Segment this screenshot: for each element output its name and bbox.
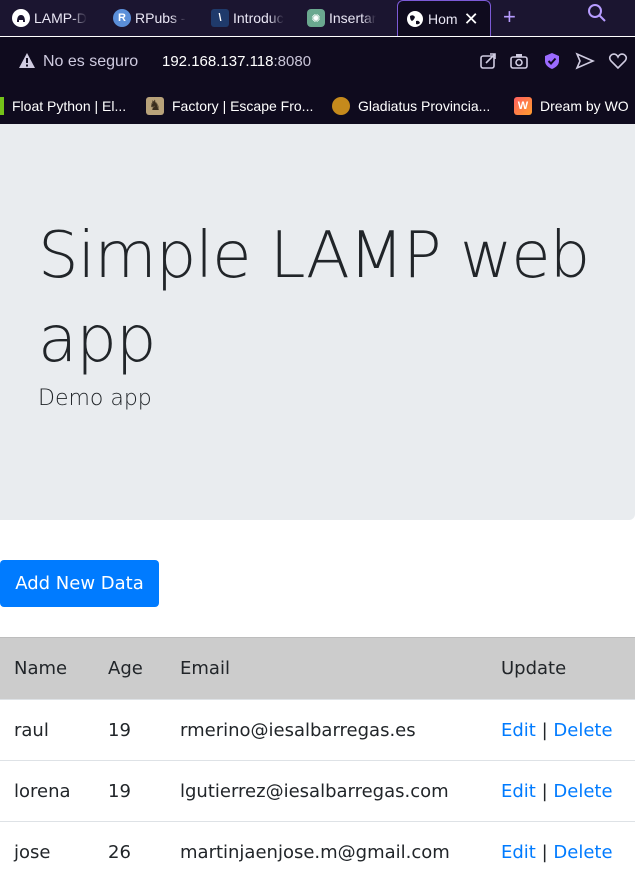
jumbotron: Simple LAMP web app Demo app <box>0 124 635 520</box>
cell-age: 19 <box>94 699 166 761</box>
cell-age: 26 <box>94 821 166 882</box>
cell-email: lgutierrez@iesalbarregas.com <box>166 760 487 822</box>
bookmark-label: Factory | Escape Fro... <box>172 97 314 114</box>
chess-knight-icon: ♞ <box>146 96 164 115</box>
add-new-data-button[interactable]: Add New Data <box>0 560 159 607</box>
camera-icon[interactable] <box>509 51 529 71</box>
bookmark-4[interactable]: W Dream by WO <box>514 87 629 124</box>
url-field[interactable]: 192.168.137.118:8080 <box>162 53 311 70</box>
cell-age: 19 <box>94 760 166 822</box>
table-row: lorena 19 lgutierrez@iesalbarregas.com E… <box>0 760 635 822</box>
header-age: Age <box>94 637 166 700</box>
github-icon <box>12 9 30 27</box>
separator: | <box>541 719 548 741</box>
bookmark-1[interactable]: Float Python | El... <box>0 87 126 124</box>
green-bar-icon <box>0 96 4 115</box>
browser-tab-2[interactable]: R RPubs - <box>113 0 193 36</box>
dream-w-icon: W <box>514 96 532 115</box>
browser-tab-bar: LAMP-D R RPubs - \ Introduc ✺ Insertar H… <box>0 0 635 36</box>
cell-actions: Edit | Delete <box>487 821 635 882</box>
tab-title: LAMP-D <box>34 10 87 26</box>
tab-title: Hom <box>428 11 458 27</box>
globe-icon <box>406 10 424 28</box>
separator: | <box>541 841 548 863</box>
cell-email: martinjaenjose.m@gmail.com <box>166 821 487 882</box>
search-tabs-icon[interactable] <box>586 2 608 24</box>
bookmark-2[interactable]: ♞ Factory | Escape Fro... <box>146 87 313 124</box>
edit-link[interactable]: Edit <box>501 781 536 802</box>
shield-icon[interactable] <box>542 51 562 71</box>
header-update: Update <box>487 637 635 700</box>
browser-tab-active[interactable]: Hom ✕ <box>397 0 491 36</box>
openai-icon: ✺ <box>307 9 325 27</box>
delete-link[interactable]: Delete <box>553 781 612 802</box>
bookmark-label: Gladiatus Provincia... <box>358 97 491 114</box>
cell-name: lorena <box>0 760 94 822</box>
browser-tab-4[interactable]: ✺ Insertar <box>307 0 387 36</box>
cell-name: raul <box>0 699 94 761</box>
table-header-row: Name Age Email Update <box>0 637 635 700</box>
header-email: Email <box>166 637 487 700</box>
rpubs-icon: R <box>113 9 131 27</box>
delete-link[interactable]: Delete <box>553 842 612 863</box>
data-table: Name Age Email Update raul 19 rmerino@ie… <box>0 637 635 882</box>
bookmark-label: Dream by WO <box>540 97 629 114</box>
new-tab-plus-icon[interactable]: + <box>503 4 516 30</box>
share-icon[interactable] <box>478 51 498 71</box>
separator: | <box>541 780 548 802</box>
close-tab-icon[interactable]: ✕ <box>464 10 479 28</box>
table-row: jose 26 martinjaenjose.m@gmail.com Edit … <box>0 821 635 882</box>
browser-tab-1[interactable]: LAMP-D <box>12 0 94 36</box>
cell-actions: Edit | Delete <box>487 699 635 761</box>
warning-icon[interactable] <box>18 52 36 70</box>
bookmark-3[interactable]: Gladiatus Provincia... <box>332 87 490 124</box>
page-title: Simple LAMP web app <box>38 219 590 377</box>
page-lead: Demo app <box>38 386 152 411</box>
bookmark-label: Float Python | El... <box>12 97 127 114</box>
edit-link[interactable]: Edit <box>501 842 536 863</box>
cell-name: jose <box>0 821 94 882</box>
cell-email: rmerino@iesalbarregas.es <box>166 699 487 761</box>
delete-link[interactable]: Delete <box>553 720 612 741</box>
edit-link[interactable]: Edit <box>501 720 536 741</box>
security-status[interactable]: No es seguro <box>43 53 138 71</box>
url-host: 192.168.137.118 <box>162 53 274 70</box>
backslash-icon: \ <box>211 9 229 27</box>
tab-title: RPubs - <box>135 10 186 26</box>
gladiator-icon <box>332 96 350 115</box>
cell-actions: Edit | Delete <box>487 760 635 822</box>
heart-icon[interactable] <box>608 51 628 71</box>
table-row: raul 19 rmerino@iesalbarregas.es Edit | … <box>0 699 635 761</box>
url-port: :8080 <box>273 53 312 70</box>
send-icon[interactable] <box>575 51 595 71</box>
tab-title: Introduc <box>233 10 284 26</box>
address-bar: No es seguro 192.168.137.118:8080 <box>0 37 635 87</box>
bookmarks-bar: Float Python | El... ♞ Factory | Escape … <box>0 87 635 124</box>
browser-tab-3[interactable]: \ Introduc <box>211 0 291 36</box>
header-name: Name <box>0 637 94 700</box>
tab-title: Insertar <box>329 10 377 26</box>
